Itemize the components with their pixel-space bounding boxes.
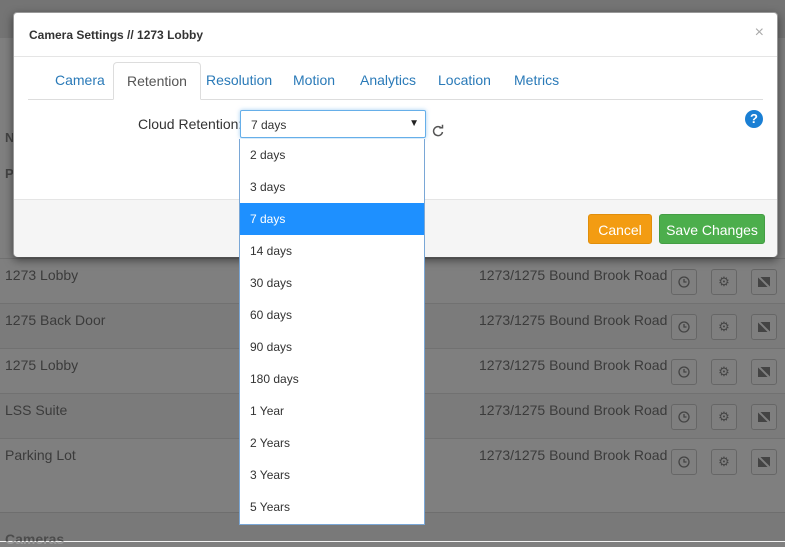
close-icon[interactable]: × — [755, 24, 764, 42]
cloud-retention-label: Cloud Retention: — [138, 116, 243, 132]
option-180-days[interactable]: 180 days — [240, 363, 424, 395]
dropdown-arrow-icon: ▼ — [409, 118, 419, 129]
modal-header: Camera Settings // 1273 Lobby × — [14, 13, 777, 57]
tab-camera[interactable]: Camera — [42, 62, 118, 98]
option-3-years[interactable]: 3 Years — [240, 459, 424, 491]
cloud-retention-options: 2 days 3 days 7 days 14 days 30 days 60 … — [239, 139, 425, 525]
save-changes-button[interactable]: Save Changes — [659, 214, 765, 244]
option-90-days[interactable]: 90 days — [240, 331, 424, 363]
cancel-button[interactable]: Cancel — [588, 214, 652, 244]
option-5-years[interactable]: 5 Years — [240, 491, 424, 523]
tab-metrics[interactable]: Metrics — [501, 62, 572, 98]
option-2-years[interactable]: 2 Years — [240, 427, 424, 459]
reset-icon[interactable] — [431, 124, 445, 138]
cloud-retention-select[interactable]: 7 days ▼ — [240, 110, 426, 138]
settings-tabs: Camera Retention Resolution Motion Analy… — [28, 62, 763, 100]
option-1-year[interactable]: 1 Year — [240, 395, 424, 427]
option-14-days[interactable]: 14 days — [240, 235, 424, 267]
tab-location[interactable]: Location — [425, 62, 504, 98]
modal-title: Camera Settings // 1273 Lobby — [29, 28, 204, 42]
option-60-days[interactable]: 60 days — [240, 299, 424, 331]
option-2-days[interactable]: 2 days — [240, 139, 424, 171]
tab-analytics[interactable]: Analytics — [347, 62, 429, 98]
option-3-days[interactable]: 3 days — [240, 171, 424, 203]
tab-resolution[interactable]: Resolution — [193, 62, 285, 98]
help-icon[interactable]: ? — [745, 110, 763, 128]
option-30-days[interactable]: 30 days — [240, 267, 424, 299]
tab-motion[interactable]: Motion — [280, 62, 348, 98]
tab-retention[interactable]: Retention — [113, 62, 201, 100]
cloud-retention-value: 7 days — [251, 118, 287, 132]
option-7-days[interactable]: 7 days — [240, 203, 424, 235]
